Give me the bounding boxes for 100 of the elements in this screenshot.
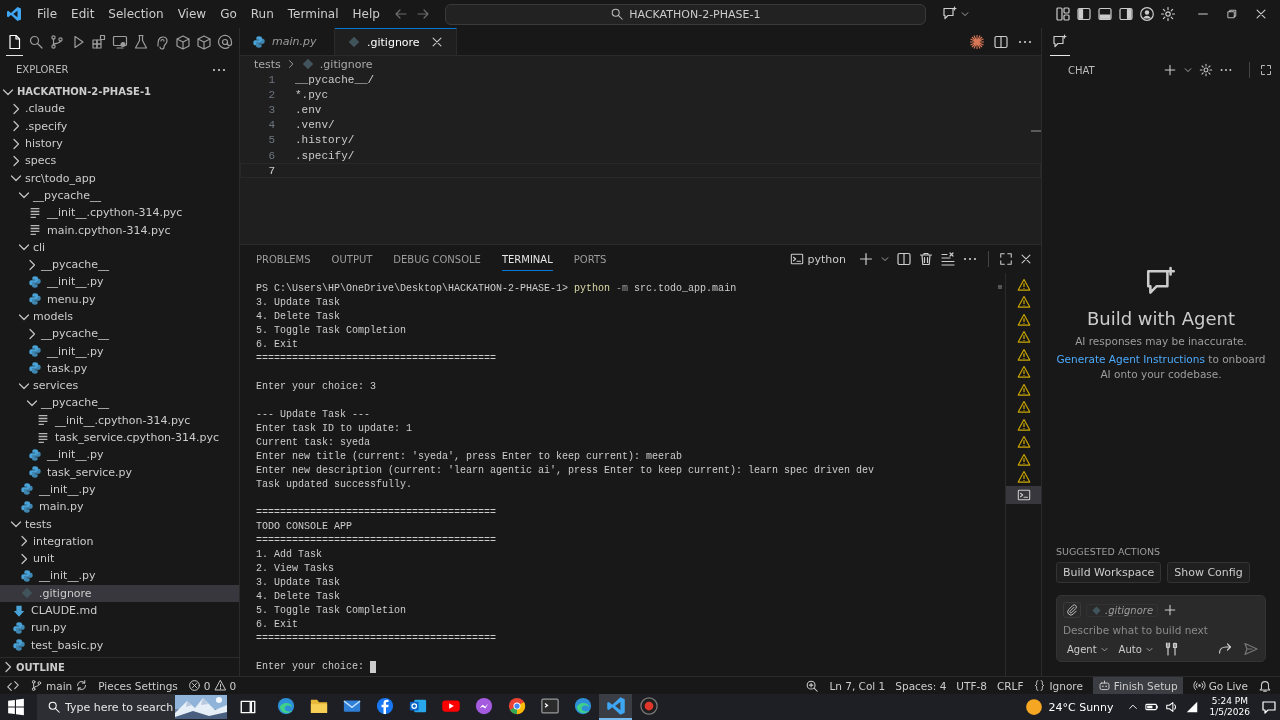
- tools-icon[interactable]: [1163, 641, 1180, 657]
- tree-item[interactable]: .claude: [0, 100, 239, 118]
- finish-setup-button[interactable]: Finish Setup: [1092, 676, 1183, 695]
- tree-item[interactable]: __pycache__: [0, 325, 239, 343]
- split-editor-icon[interactable]: [993, 33, 1009, 50]
- plus-icon[interactable]: [858, 251, 874, 267]
- trash-icon[interactable]: [918, 251, 934, 267]
- tree-item[interactable]: CLAUDE.md: [0, 601, 239, 620]
- tree-item[interactable]: test_basic.py: [0, 636, 239, 654]
- weather-widget[interactable]: 24°C Sunny: [1025, 698, 1114, 716]
- bell-icon[interactable]: [1258, 678, 1272, 693]
- tree-item[interactable]: src\todo_app: [0, 169, 239, 187]
- tree-item[interactable]: models: [0, 307, 239, 326]
- redo-arrow-icon[interactable]: [1217, 641, 1233, 657]
- line-ending-status[interactable]: CRLF: [996, 679, 1024, 692]
- menu-item[interactable]: Run: [243, 5, 281, 23]
- search-field[interactable]: Type here to search: [37, 694, 175, 720]
- maximize-icon[interactable]: [1260, 64, 1272, 76]
- menu-item[interactable]: Edit: [64, 5, 102, 23]
- branch-status[interactable]: main: [30, 679, 89, 692]
- account-icon[interactable]: [1139, 6, 1155, 22]
- encoding-status[interactable]: UTF-8: [956, 679, 987, 692]
- suggestion-button[interactable]: Show Config: [1167, 562, 1250, 583]
- breadcrumb-item[interactable]: .gitignore: [300, 57, 373, 71]
- command-center[interactable]: HACKATHON-2-PHASE-1: [444, 3, 926, 25]
- maximize-icon[interactable]: [999, 252, 1013, 266]
- menu-item[interactable]: Help: [345, 5, 387, 23]
- tree-item[interactable]: history: [0, 134, 239, 153]
- breadcrumb-item[interactable]: tests: [254, 57, 281, 71]
- send-icon[interactable]: [1243, 641, 1259, 657]
- tree-item[interactable]: .gitignore: [0, 584, 239, 602]
- tree-item[interactable]: __init__.py: [0, 480, 239, 499]
- remote-icon[interactable]: [6, 678, 20, 693]
- panel-tab[interactable]: PORTS: [573, 247, 607, 271]
- tree-item[interactable]: __pycache__: [0, 255, 239, 274]
- terminal-session[interactable]: [1006, 486, 1041, 504]
- chat-menu-button[interactable]: [941, 6, 970, 22]
- model-dropdown[interactable]: Auto: [1118, 643, 1154, 655]
- start-button[interactable]: [7, 698, 25, 716]
- go-live-button[interactable]: Go Live: [1192, 679, 1248, 692]
- clock[interactable]: 5:24 PM 1/5/2026: [1209, 696, 1250, 718]
- tree-item[interactable]: integration: [0, 532, 239, 550]
- attach-icon[interactable]: [1063, 602, 1081, 618]
- tree-item[interactable]: unit: [0, 550, 239, 568]
- plus-icon[interactable]: [1163, 603, 1178, 617]
- tree-item[interactable]: menu.py: [0, 290, 239, 308]
- layout-icon[interactable]: [1055, 6, 1071, 22]
- tree-item[interactable]: cli: [0, 238, 239, 256]
- tree-item[interactable]: services: [0, 377, 239, 395]
- chevron-down-icon[interactable]: [1183, 65, 1193, 75]
- tree-item[interactable]: tests: [0, 515, 239, 533]
- tree-item[interactable]: task.py: [0, 359, 239, 378]
- plus-icon[interactable]: [1163, 63, 1177, 77]
- tree-item[interactable]: __pycache__: [0, 394, 239, 412]
- tree-item[interactable]: task_service.py: [0, 463, 239, 481]
- tree-item[interactable]: __pycache__: [0, 186, 239, 205]
- cursor-position[interactable]: Ln 7, Col 1: [829, 679, 886, 692]
- menu-item[interactable]: Go: [213, 5, 244, 23]
- clear-icon[interactable]: [940, 251, 956, 267]
- split-terminal-icon[interactable]: [896, 251, 912, 267]
- language-status[interactable]: Ignore: [1033, 679, 1083, 692]
- panel-tab[interactable]: DEBUG CONSOLE: [393, 247, 481, 271]
- task-view-icon[interactable]: [239, 698, 257, 716]
- panel-tab[interactable]: PROBLEMS: [256, 247, 311, 271]
- tree-item[interactable]: specs: [0, 152, 239, 170]
- agent-instructions-link[interactable]: Generate Agent Instructions: [1056, 353, 1205, 365]
- restore-icon[interactable]: [1226, 8, 1238, 20]
- notifications-icon[interactable]: [1261, 699, 1277, 715]
- tree-item[interactable]: __init__.cpython-314.pyc: [0, 411, 239, 429]
- editor-tab[interactable]: .gitignore: [335, 28, 457, 55]
- speaker-icon[interactable]: [1164, 700, 1179, 714]
- tree-item[interactable]: main.py: [0, 498, 239, 516]
- problems-status[interactable]: 0 0: [187, 679, 237, 692]
- tree-item[interactable]: main.cpython-314.pyc: [0, 221, 239, 239]
- tree-item[interactable]: .specify: [0, 117, 239, 135]
- close-icon[interactable]: [1254, 7, 1268, 21]
- close-icon[interactable]: [1019, 252, 1033, 266]
- chevron-down-icon[interactable]: [880, 254, 890, 264]
- menu-item[interactable]: File: [30, 5, 65, 23]
- indentation-status[interactable]: Spaces: 4: [895, 679, 947, 692]
- menu-item[interactable]: Terminal: [280, 5, 346, 23]
- workspace-header[interactable]: HACKATHON-2-PHASE-1: [0, 83, 239, 101]
- tree-item[interactable]: __init__.py: [0, 273, 239, 291]
- tree-item[interactable]: run.py: [0, 619, 239, 637]
- terminal-selector[interactable]: python: [789, 252, 846, 266]
- tree-item[interactable]: __init__.cpython-314.pyc: [0, 204, 239, 222]
- tree-item[interactable]: __init__.py: [0, 342, 239, 360]
- sidebar-icon[interactable]: [1076, 6, 1092, 22]
- tree-item[interactable]: __init__.py: [0, 446, 239, 464]
- panel-tab[interactable]: OUTPUT: [331, 247, 373, 271]
- pieces-status[interactable]: Pieces Settings: [98, 679, 178, 692]
- chat-input[interactable]: .gitignore Describe what to build next Agent Auto: [1056, 595, 1266, 662]
- sparkle-icon[interactable]: [969, 33, 985, 50]
- tree-item[interactable]: task_service.cpython-314.pyc: [0, 428, 239, 447]
- settings-icon[interactable]: [1199, 63, 1213, 77]
- menu-item[interactable]: View: [170, 5, 214, 23]
- settings-icon[interactable]: [1160, 6, 1176, 22]
- suggestion-button[interactable]: Build Workspace: [1056, 562, 1162, 583]
- mode-dropdown[interactable]: Agent: [1067, 643, 1109, 655]
- context-chip[interactable]: .gitignore: [1086, 603, 1159, 617]
